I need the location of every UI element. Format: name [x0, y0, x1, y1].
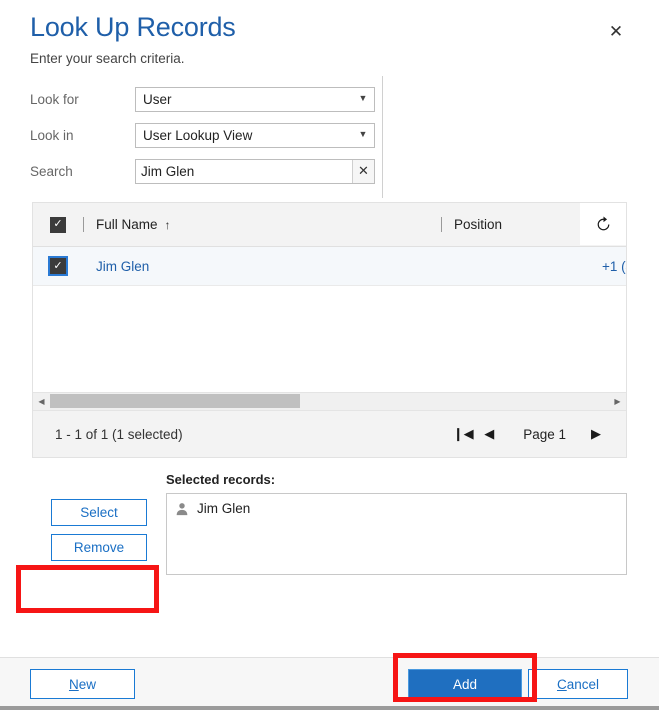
- selected-record-name: Jim Glen: [197, 501, 251, 516]
- new-button-accesskey: N: [68, 676, 79, 692]
- form-divider: [382, 76, 383, 198]
- look-in-select[interactable]: User Lookup View ▼: [135, 122, 375, 148]
- scroll-right-icon[interactable]: ▶: [609, 397, 626, 406]
- dialog-header: Look Up Records Enter your search criter…: [0, 0, 659, 68]
- record-count-text: 1 - 1 of 1 (1 selected): [55, 426, 183, 442]
- search-criteria-form: Look for User ▼ Look in User Lookup View…: [0, 68, 659, 198]
- cell-phone: +1 (4: [602, 258, 626, 274]
- cancel-button-accesskey: C: [556, 676, 567, 692]
- clear-search-icon[interactable]: ✕: [352, 159, 374, 183]
- grid-footer: 1 - 1 of 1 (1 selected) ❙◀ ◀ Page 1 ▶: [33, 410, 626, 457]
- person-icon: [176, 502, 188, 515]
- look-in-label: Look in: [30, 127, 74, 143]
- select-button[interactable]: Select: [51, 499, 147, 526]
- selected-records-panel: Selected records: Jim Glen: [166, 472, 627, 575]
- column-header-position[interactable]: Position: [442, 217, 589, 232]
- look-for-select[interactable]: User ▼: [135, 86, 375, 112]
- remove-button[interactable]: Remove: [51, 534, 147, 561]
- refresh-icon: [597, 216, 609, 230]
- cell-fullname[interactable]: Jim Glen: [83, 259, 441, 274]
- sort-ascending-icon: ↑: [164, 217, 171, 232]
- search-input[interactable]: [136, 159, 352, 183]
- row-select-cell: [33, 256, 83, 276]
- look-for-label: Look for: [30, 91, 79, 107]
- next-page-button[interactable]: ▶: [584, 421, 608, 447]
- row-checkbox[interactable]: [48, 256, 68, 276]
- first-page-button[interactable]: ❙◀: [451, 421, 475, 447]
- page-indicator: Page 1: [523, 426, 566, 442]
- table-row[interactable]: Jim Glen +1 (4: [33, 247, 626, 286]
- selected-records-list[interactable]: Jim Glen: [166, 493, 627, 575]
- cancel-button[interactable]: Cancel: [528, 669, 628, 699]
- chevron-down-icon: ▼: [358, 129, 368, 139]
- refresh-button[interactable]: [580, 203, 626, 245]
- column-header-position-label: Position: [454, 217, 503, 232]
- search-field-wrapper: ✕: [135, 158, 375, 184]
- horizontal-scrollbar[interactable]: ◀ ▶: [33, 392, 626, 410]
- selection-buttons: Select Remove: [32, 472, 166, 575]
- previous-page-button[interactable]: ◀: [477, 421, 501, 447]
- cancel-button-label: ancel: [566, 676, 600, 692]
- selected-records-area: Select Remove Selected records: Jim Glen: [0, 458, 659, 575]
- look-in-value: User Lookup View: [143, 127, 253, 143]
- column-header-fullname[interactable]: Full Name ↑: [84, 217, 441, 232]
- select-all-checkbox[interactable]: [50, 216, 66, 233]
- scroll-left-icon[interactable]: ◀: [33, 397, 50, 406]
- grid-header-row: Full Name ↑ Position I: [33, 203, 626, 247]
- column-header-fullname-label: Full Name: [96, 217, 158, 232]
- scrollbar-track[interactable]: [50, 393, 609, 410]
- chevron-down-icon: ▼: [358, 93, 368, 103]
- grid-body: Jim Glen +1 (4: [33, 247, 626, 392]
- dialog-subtitle: Enter your search criteria.: [30, 51, 185, 66]
- selected-records-label: Selected records:: [166, 472, 276, 487]
- page-title: Look Up Records: [30, 12, 236, 42]
- field-look-for: Look for User ▼: [0, 81, 659, 117]
- results-grid: Full Name ↑ Position I Jim Glen +1 (4: [32, 202, 627, 458]
- close-icon[interactable]: ✕: [603, 18, 629, 44]
- search-label: Search: [30, 163, 73, 179]
- field-search: Search ✕: [0, 153, 659, 189]
- new-button-label: ew: [78, 676, 96, 692]
- pagination: ❙◀ ◀ Page 1 ▶: [451, 421, 608, 447]
- look-for-value: User: [143, 91, 172, 107]
- select-all-cell: [33, 216, 83, 233]
- dialog-footer: New Add Cancel: [0, 657, 659, 710]
- scrollbar-thumb[interactable]: [50, 394, 300, 408]
- field-look-in: Look in User Lookup View ▼: [0, 117, 659, 153]
- list-item[interactable]: Jim Glen: [175, 501, 626, 516]
- new-button[interactable]: New: [30, 669, 135, 699]
- add-button[interactable]: Add: [408, 669, 522, 699]
